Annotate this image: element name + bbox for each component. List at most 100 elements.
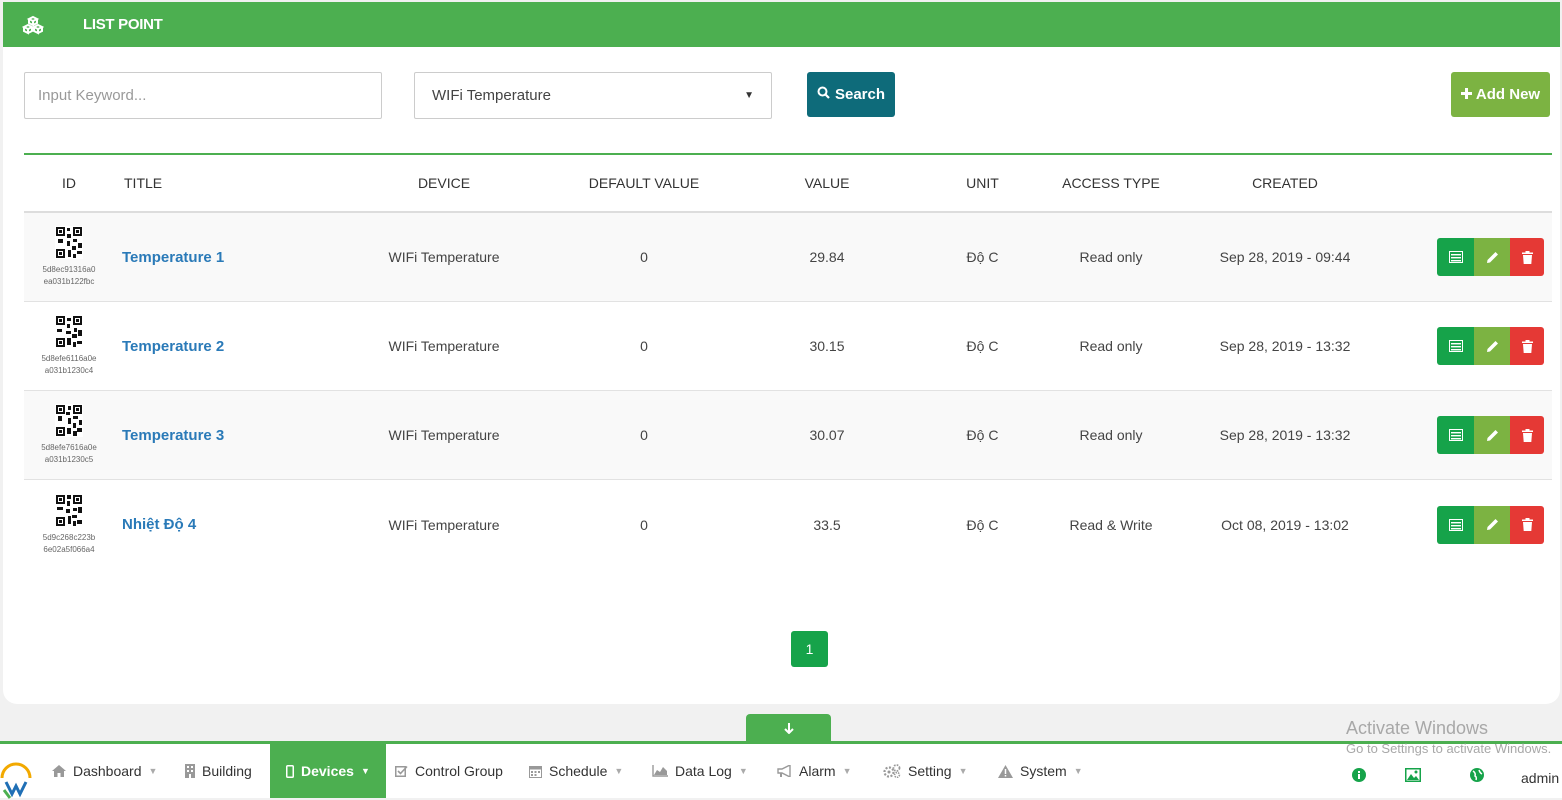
- created-cell: Sep 28, 2019 - 13:32: [1219, 427, 1351, 443]
- point-title-link[interactable]: Temperature 2: [122, 338, 224, 355]
- default-value-cell: 0: [640, 516, 648, 533]
- edit-button[interactable]: [1474, 416, 1510, 454]
- value-cell: 30.15: [809, 338, 845, 354]
- column-header-title: TITLE: [124, 175, 163, 191]
- nav-data-log[interactable]: Data Log ▼: [652, 744, 748, 798]
- point-id-line2: a031b1230c4: [44, 366, 94, 375]
- device-filter-value: WIFi Temperature: [432, 87, 551, 104]
- pencil-icon: [1486, 429, 1498, 441]
- table-row: 5d8ec91316a0 ea031b122fbc Temperature 1 …: [24, 213, 1552, 302]
- nav-dashboard-label: Dashboard: [73, 763, 142, 779]
- pencil-icon: [1486, 340, 1498, 352]
- nav-schedule[interactable]: Schedule ▼: [529, 744, 623, 798]
- nav-building-label: Building: [202, 763, 252, 779]
- caret-down-icon: ▼: [614, 766, 624, 776]
- search-icon: [817, 86, 830, 103]
- view-button[interactable]: [1437, 416, 1474, 454]
- edit-button[interactable]: [1474, 505, 1510, 544]
- view-button[interactable]: [1437, 327, 1474, 365]
- table-header: ID TITLE DEVICE DEFAULT VALUE VALUE UNIT…: [24, 155, 1552, 213]
- globe-icon[interactable]: [1470, 768, 1484, 787]
- point-id-line1: 5d9c268c223b: [42, 532, 96, 542]
- unit-cell: Độ C: [966, 516, 999, 533]
- edit-button[interactable]: [1474, 238, 1510, 276]
- pencil-icon: [1486, 519, 1498, 530]
- nav-devices[interactable]: Devices ▼: [270, 744, 386, 798]
- home-icon: [52, 765, 66, 777]
- access-type-cell: Read only: [1079, 338, 1143, 354]
- trash-icon: [1521, 250, 1533, 264]
- nav-alarm[interactable]: Alarm ▼: [777, 744, 851, 798]
- caret-down-icon: ▼: [744, 90, 754, 101]
- nav-control-group[interactable]: Control Group: [395, 744, 503, 798]
- column-header-created: CREATED: [1252, 175, 1318, 191]
- row-actions: [1437, 327, 1544, 365]
- access-type-cell: Read & Write: [1069, 516, 1153, 533]
- table-row: 5d8efe7616a0e a031b1230c5 Temperature 3 …: [24, 391, 1552, 480]
- add-new-button[interactable]: Add New: [1451, 72, 1550, 117]
- qr-code-icon: [55, 315, 83, 348]
- trash-icon: [1521, 518, 1533, 531]
- cubes-icon: [3, 15, 63, 35]
- image-icon[interactable]: [1405, 768, 1421, 787]
- unit-cell: Độ C: [966, 249, 999, 265]
- row-actions: [1437, 505, 1544, 544]
- created-cell: Sep 28, 2019 - 09:44: [1219, 249, 1351, 265]
- search-button[interactable]: Search: [807, 72, 895, 117]
- point-title-link[interactable]: Nhiệt Độ 4: [122, 516, 196, 533]
- edit-button[interactable]: [1474, 327, 1510, 365]
- table-row: 5d9c268c223b 6e02a5f066a4 Nhiệt Độ 4 WIF…: [24, 480, 1552, 569]
- device-cell: WIFi Temperature: [388, 516, 500, 533]
- row-actions: [1437, 238, 1544, 276]
- row-actions: [1437, 416, 1544, 454]
- area-chart-icon: [652, 765, 668, 777]
- view-button[interactable]: [1437, 238, 1474, 276]
- unit-cell: Độ C: [966, 338, 999, 354]
- delete-button[interactable]: [1510, 327, 1544, 365]
- qr-code-icon: [55, 226, 83, 259]
- pencil-icon: [1486, 251, 1498, 263]
- id-cell: 5d8efe6116a0e a031b1230c4: [24, 315, 114, 377]
- value-cell: 29.84: [809, 249, 845, 265]
- point-title-link[interactable]: Temperature 3: [122, 427, 224, 444]
- user-name[interactable]: admin: [1521, 770, 1559, 786]
- pagination-page-button[interactable]: 1: [791, 631, 828, 667]
- nav-dashboard[interactable]: Dashboard ▼: [52, 744, 157, 798]
- keyword-search-input[interactable]: [24, 72, 382, 119]
- search-button-label: Search: [834, 86, 886, 103]
- nav-control-group-label: Control Group: [415, 763, 503, 779]
- qr-code-icon: [55, 493, 83, 527]
- point-title-link[interactable]: Temperature 1: [122, 249, 224, 266]
- device-cell: WIFi Temperature: [388, 338, 500, 354]
- point-id-line2: 6e02a5f066a4: [43, 544, 95, 554]
- delete-button[interactable]: [1510, 505, 1544, 544]
- caret-down-icon: ▼: [1073, 766, 1083, 776]
- caret-down-icon: ▼: [738, 766, 748, 776]
- list-icon: [1448, 251, 1463, 263]
- column-header-unit: UNIT: [966, 175, 999, 191]
- trash-icon: [1521, 339, 1533, 353]
- table-body: 5d8ec91316a0 ea031b122fbc Temperature 1 …: [24, 213, 1552, 569]
- collapse-toggle-button[interactable]: [746, 714, 831, 742]
- list-point-panel: LIST POINT WIFi Temperature ▼ Search Add…: [3, 2, 1560, 704]
- delete-button[interactable]: [1510, 416, 1544, 454]
- nav-building[interactable]: Building: [185, 744, 252, 798]
- calendar-icon: [529, 765, 542, 778]
- add-new-label: Add New: [1475, 86, 1541, 103]
- mobile-icon: [286, 764, 294, 778]
- nav-system[interactable]: System ▼: [998, 744, 1083, 798]
- view-button[interactable]: [1437, 505, 1474, 544]
- delete-button[interactable]: [1510, 238, 1544, 276]
- panel-header: LIST POINT: [3, 2, 1560, 47]
- device-filter-select[interactable]: WIFi Temperature ▼: [414, 72, 772, 119]
- info-icon[interactable]: [1352, 768, 1366, 787]
- points-table: ID TITLE DEVICE DEFAULT VALUE VALUE UNIT…: [24, 153, 1552, 569]
- device-cell: WIFi Temperature: [388, 427, 500, 443]
- caret-down-icon: ▼: [842, 766, 852, 776]
- cogs-icon: [883, 764, 901, 778]
- bullhorn-icon: [777, 765, 792, 777]
- table-row: 5d8efe6116a0e a031b1230c4 Temperature 2 …: [24, 302, 1552, 391]
- nav-setting[interactable]: Setting ▼: [883, 744, 968, 798]
- id-cell: 5d9c268c223b 6e02a5f066a4: [24, 493, 114, 556]
- point-id-line1: 5d8efe6116a0e: [41, 354, 97, 363]
